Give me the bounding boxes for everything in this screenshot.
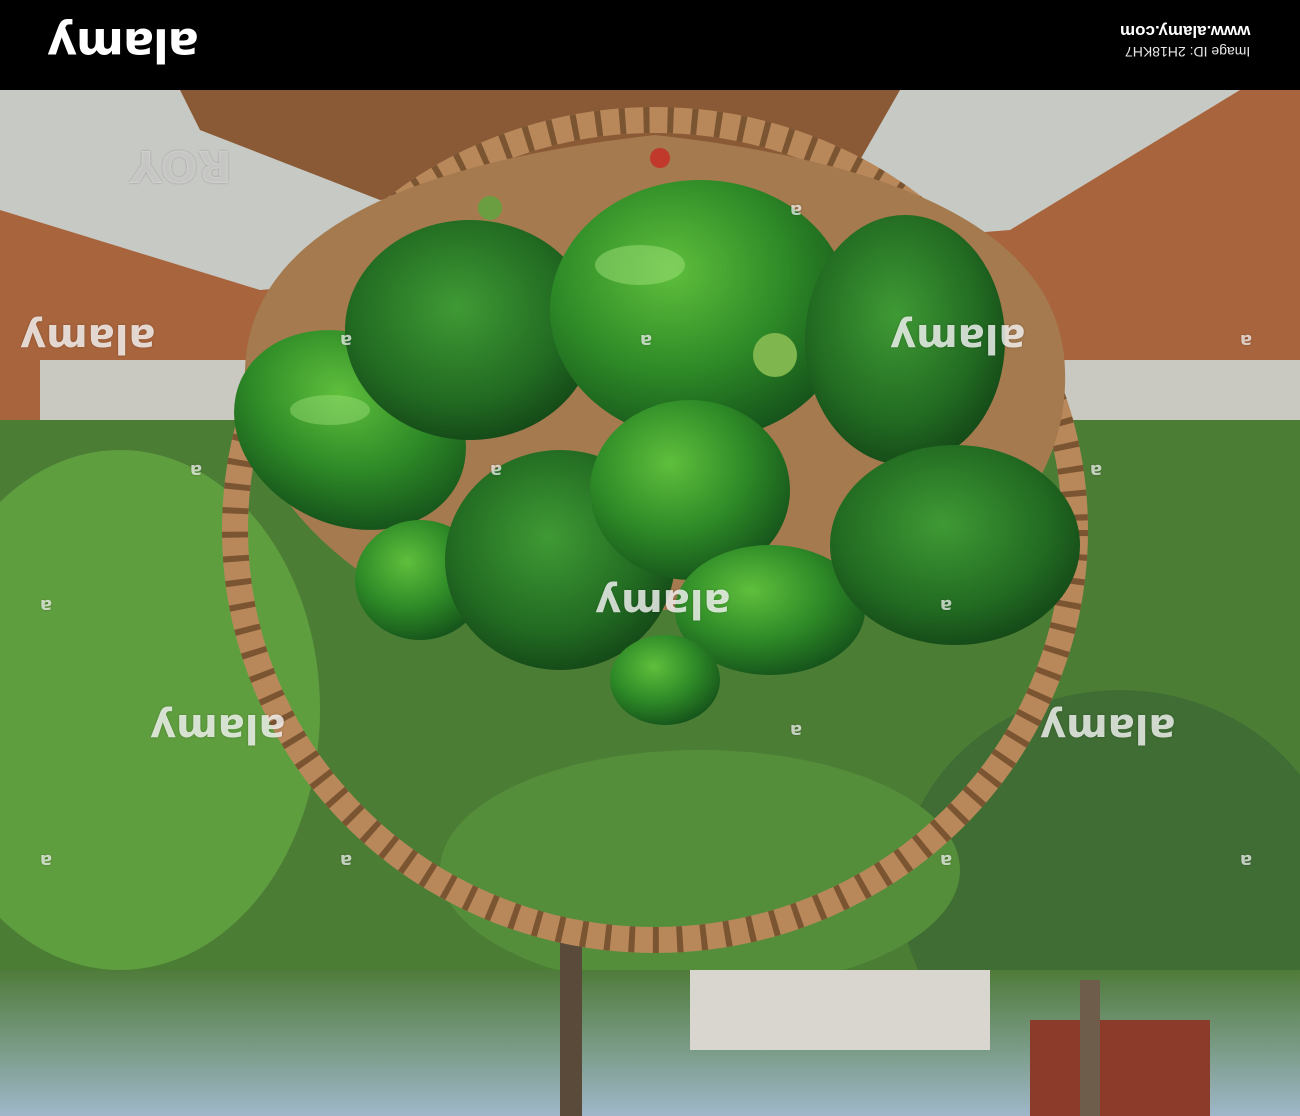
- watermark-letter: a: [1240, 850, 1253, 871]
- watermark-letter: a: [790, 200, 803, 221]
- pepper-highlight: [290, 395, 370, 425]
- alamy-logo[interactable]: alamy: [48, 18, 199, 72]
- house-door: [1030, 1020, 1210, 1116]
- pepper-stem: [478, 196, 502, 220]
- stock-photo-page: alamy www.alamy.com Image ID: 2H18KH7 al…: [0, 0, 1300, 1116]
- watermark-letter: a: [40, 595, 53, 616]
- photo: alamy alamy alamy alamy alamy ROY a a a …: [0, 90, 1300, 1116]
- house: [690, 970, 990, 1050]
- watermark-letter: a: [190, 460, 203, 481]
- watermark-letter: a: [1090, 460, 1103, 481]
- watermark-letter: a: [940, 850, 953, 871]
- watermark-letter: a: [40, 850, 53, 871]
- watermark: alamy: [890, 315, 1026, 361]
- site-url-text: www.alamy.com: [1119, 22, 1250, 41]
- pepper: [610, 635, 720, 725]
- watermark-letter: a: [940, 595, 953, 616]
- pepper-stem: [753, 333, 797, 377]
- pepper-highlight: [595, 245, 685, 285]
- watermark-letter: a: [340, 330, 353, 351]
- watermark: alamy: [1040, 705, 1176, 751]
- watermark-letter: a: [340, 850, 353, 871]
- watermark-letter: a: [490, 460, 503, 481]
- image-id: Image ID: 2H18KH7: [1120, 42, 1250, 62]
- tree-trunk: [560, 940, 582, 1116]
- watermark: alamy: [150, 705, 286, 751]
- pepper: [830, 445, 1080, 645]
- watermark: alamy: [20, 315, 156, 361]
- tree-trunk-2: [1080, 980, 1100, 1116]
- watermark-letter: a: [1240, 330, 1253, 351]
- watermark-roy: ROY: [130, 140, 232, 191]
- basket-tag: [650, 148, 670, 168]
- logo-text: alamy: [48, 18, 199, 72]
- image-id-text: Image ID: 2H18KH7: [1124, 44, 1250, 60]
- header-bar: alamy www.alamy.com Image ID: 2H18KH7: [0, 0, 1300, 90]
- site-url[interactable]: www.alamy.com: [1120, 20, 1250, 42]
- watermark: alamy: [595, 580, 731, 626]
- watermark-letter: a: [640, 330, 653, 351]
- watermark-letter: a: [790, 720, 803, 741]
- site-info: www.alamy.com Image ID: 2H18KH7: [1120, 20, 1250, 62]
